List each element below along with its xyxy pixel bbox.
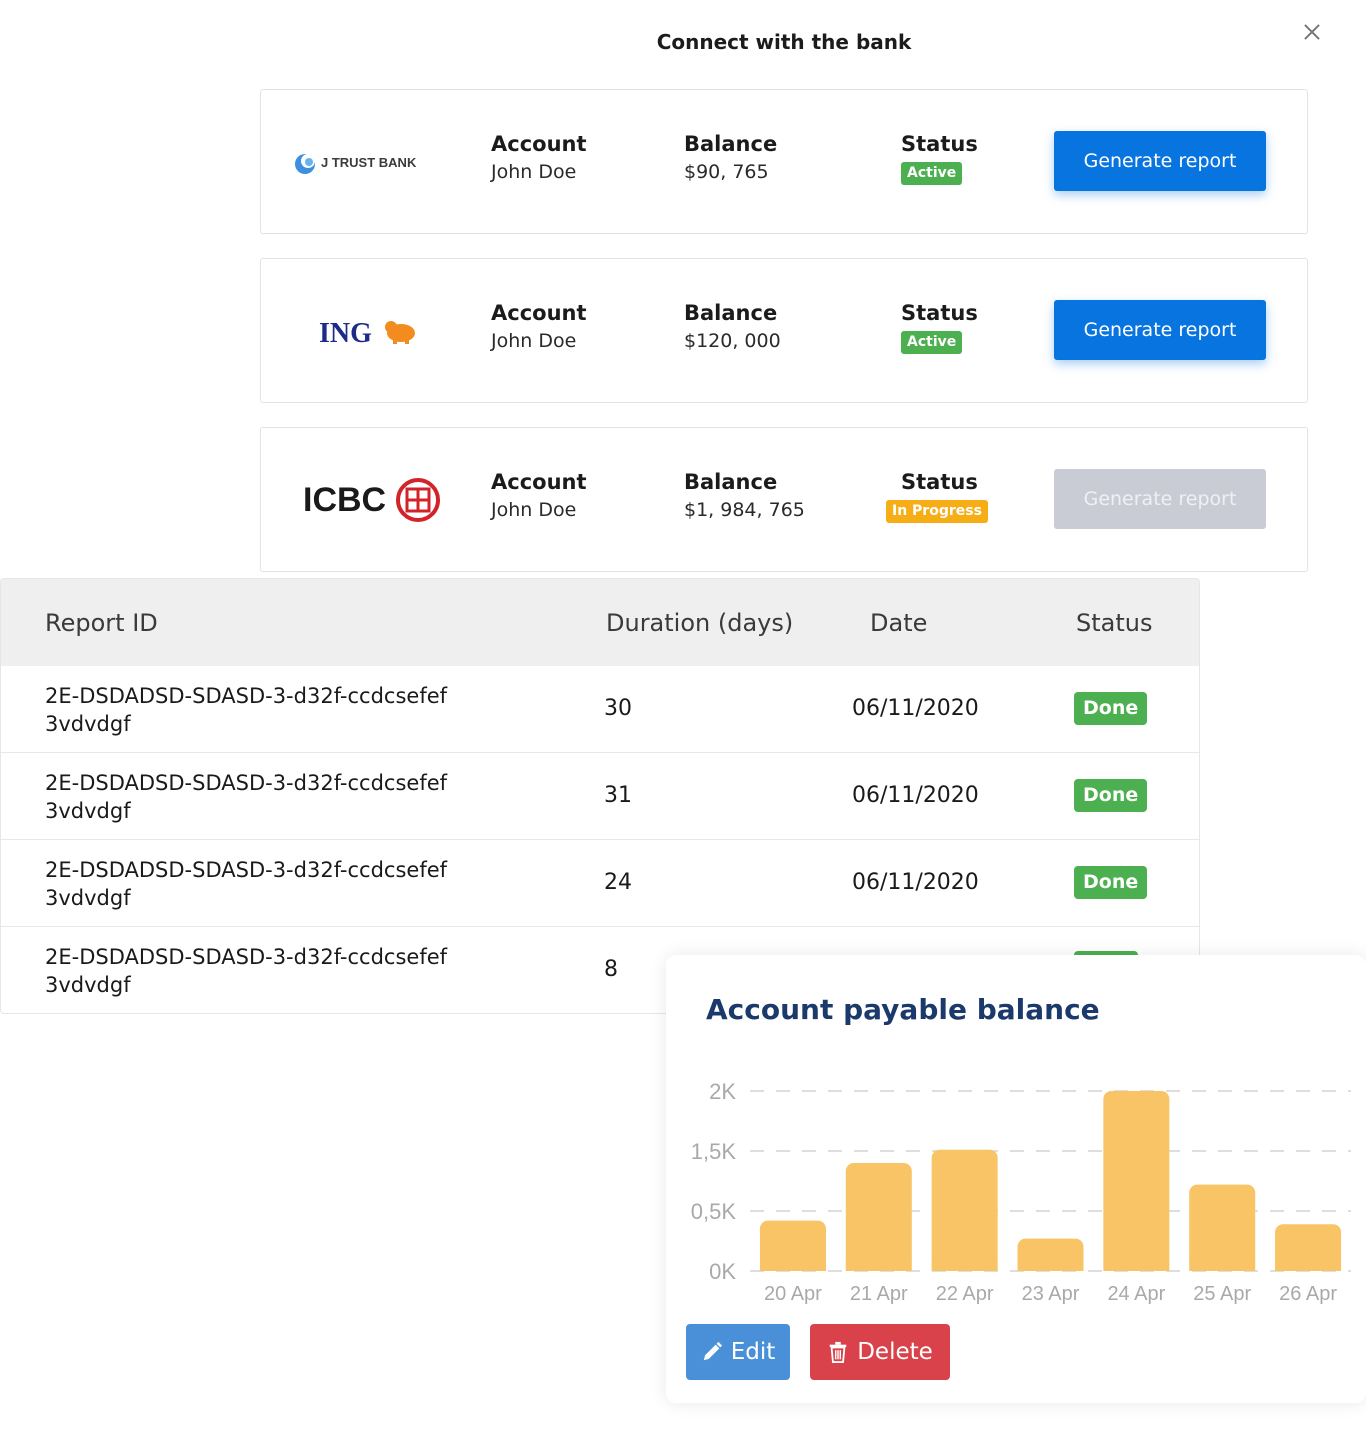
- table-row[interactable]: 2E-DSDADSD-SDASD-3-d32f-ccdcsefef 3vdvdg…: [1, 666, 1199, 753]
- pencil-icon: [703, 1341, 722, 1361]
- edit-button[interactable]: Edit: [686, 1324, 790, 1380]
- bar: [931, 1149, 998, 1271]
- bank-card-ing: ING Account John Doe Balance $120, 000 S…: [260, 258, 1308, 403]
- generate-report-button[interactable]: Generate report: [1054, 131, 1266, 191]
- report-id-cell: 2E-DSDADSD-SDASD-3-d32f-ccdcsefef 3vdvdg…: [45, 856, 485, 912]
- generate-report-button[interactable]: Generate report: [1054, 300, 1266, 360]
- report-id-cell: 2E-DSDADSD-SDASD-3-d32f-ccdcsefef 3vdvdg…: [45, 769, 485, 825]
- x-tick-label: 22 Apr: [936, 1283, 994, 1305]
- x-tick-label: 26 Apr: [1279, 1283, 1337, 1305]
- balance-label: Balance: [684, 132, 778, 156]
- bar-base: [1017, 1263, 1084, 1271]
- bar: [845, 1163, 912, 1271]
- account-label: Account: [491, 301, 587, 325]
- x-tick-label: 24 Apr: [1107, 1283, 1165, 1305]
- balance-value: $120, 000: [684, 330, 781, 352]
- bank-card-icbc: ICBC Account John Doe Balance $1, 984, 7…: [260, 427, 1308, 572]
- column-header-date: Date: [870, 609, 928, 637]
- y-tick-label: 0K: [709, 1259, 736, 1284]
- balance-label: Balance: [684, 301, 778, 325]
- ing-logo-icon: ING: [319, 318, 415, 349]
- report-id-line: 2E-DSDADSD-SDASD-3-d32f-ccdcsefef: [45, 945, 448, 969]
- bar-base: [1189, 1263, 1256, 1271]
- report-id-line: 2E-DSDADSD-SDASD-3-d32f-ccdcsefef: [45, 771, 448, 795]
- icbc-bank-logo: ICBC: [291, 468, 451, 532]
- account-payable-chart-card: Account payable balance 0K 0,5K 1,5K 2K 20 A…: [666, 955, 1366, 1403]
- report-id-line: 3vdvdgf: [45, 799, 131, 823]
- table-header: Report ID Duration (days) Date Status: [1, 579, 1199, 666]
- account-label: Account: [491, 470, 587, 494]
- delete-button[interactable]: Delete: [810, 1324, 950, 1380]
- reports-table: Report ID Duration (days) Date Status 2E…: [0, 578, 1200, 1014]
- delete-label: Delete: [857, 1339, 933, 1365]
- duration-cell: 8: [604, 957, 618, 982]
- generate-report-button-disabled: Generate report: [1054, 469, 1266, 529]
- date-cell: 06/11/2020: [852, 870, 979, 895]
- status-label: Status: [901, 470, 978, 494]
- report-id-cell: 2E-DSDADSD-SDASD-3-d32f-ccdcsefef 3vdvdg…: [45, 943, 485, 999]
- close-icon[interactable]: [1298, 18, 1326, 46]
- account-value: John Doe: [491, 499, 577, 521]
- status-badge: In Progress: [886, 500, 988, 523]
- report-id-cell: 2E-DSDADSD-SDASD-3-d32f-ccdcsefef 3vdvdg…: [45, 682, 485, 738]
- table-row[interactable]: 2E-DSDADSD-SDASD-3-d32f-ccdcsefef 3vdvdg…: [1, 753, 1199, 840]
- table-row[interactable]: 2E-DSDADSD-SDASD-3-d32f-ccdcsefef 3vdvdg…: [1, 840, 1199, 927]
- bar: [1103, 1091, 1170, 1271]
- bar-base: [931, 1263, 998, 1271]
- report-id-line: 2E-DSDADSD-SDASD-3-d32f-ccdcsefef: [45, 858, 448, 882]
- trash-icon: [829, 1341, 847, 1363]
- jtrust-logo-text: J TRUST BANK: [321, 155, 417, 170]
- jtrust-logo-icon: J TRUST BANK: [295, 154, 417, 174]
- icbc-logo-icon: ICBC: [303, 478, 440, 522]
- x-tick-label: 25 Apr: [1193, 1283, 1251, 1305]
- x-tick-label: 23 Apr: [1022, 1283, 1080, 1305]
- report-id-line: 2E-DSDADSD-SDASD-3-d32f-ccdcsefef: [45, 684, 448, 708]
- status-badge: Active: [901, 331, 963, 354]
- y-tick-label: 2K: [709, 1079, 736, 1104]
- balance-label: Balance: [684, 470, 778, 494]
- balance-value: $90, 765: [684, 161, 769, 183]
- balance-value: $1, 984, 765: [684, 499, 805, 521]
- chart-title: Account payable balance: [706, 993, 1100, 1026]
- y-tick-label: 1,5K: [691, 1139, 737, 1164]
- status-badge: Done: [1074, 692, 1148, 725]
- x-tick-label: 21 Apr: [850, 1283, 908, 1305]
- edit-label: Edit: [730, 1339, 776, 1365]
- column-header-duration: Duration (days): [606, 609, 794, 637]
- jtrust-bank-logo: J TRUST BANK: [291, 130, 451, 194]
- bar-base: [845, 1263, 912, 1271]
- status-badge: Done: [1074, 866, 1148, 899]
- date-cell: 06/11/2020: [852, 783, 979, 808]
- report-id-line: 3vdvdgf: [45, 973, 131, 997]
- duration-cell: 30: [604, 696, 632, 721]
- icbc-logo-text: ICBC: [303, 481, 386, 519]
- duration-cell: 24: [604, 870, 632, 895]
- account-value: John Doe: [491, 330, 577, 352]
- bar-chart: 0K 0,5K 1,5K 2K 20 Apr 21 Apr 22 Apr 23 Apr 24 A…: [691, 1079, 1351, 1305]
- y-tick-label: 0,5K: [691, 1199, 737, 1224]
- report-id-line: 3vdvdgf: [45, 712, 131, 736]
- status-badge: Done: [1074, 779, 1148, 812]
- modal-title: Connect with the bank: [656, 30, 912, 54]
- bar: [1189, 1184, 1256, 1271]
- duration-cell: 31: [604, 783, 632, 808]
- status-label: Status: [901, 301, 978, 325]
- ing-logo-text: ING: [319, 318, 372, 349]
- status-label: Status: [901, 132, 978, 156]
- status-badge: Active: [901, 162, 963, 185]
- column-header-status: Status: [1076, 609, 1153, 637]
- bar-base: [759, 1263, 826, 1271]
- bank-card-jtrust: J TRUST BANK Account John Doe Balance $9…: [260, 89, 1308, 234]
- column-header-report-id: Report ID: [45, 609, 158, 637]
- account-label: Account: [491, 132, 587, 156]
- date-cell: 06/11/2020: [852, 696, 979, 721]
- ing-bank-logo: ING: [291, 299, 451, 363]
- x-tick-label: 20 Apr: [764, 1283, 822, 1305]
- bar-base: [1103, 1263, 1170, 1271]
- report-id-line: 3vdvdgf: [45, 886, 131, 910]
- bar-base: [1275, 1263, 1342, 1271]
- account-value: John Doe: [491, 161, 577, 183]
